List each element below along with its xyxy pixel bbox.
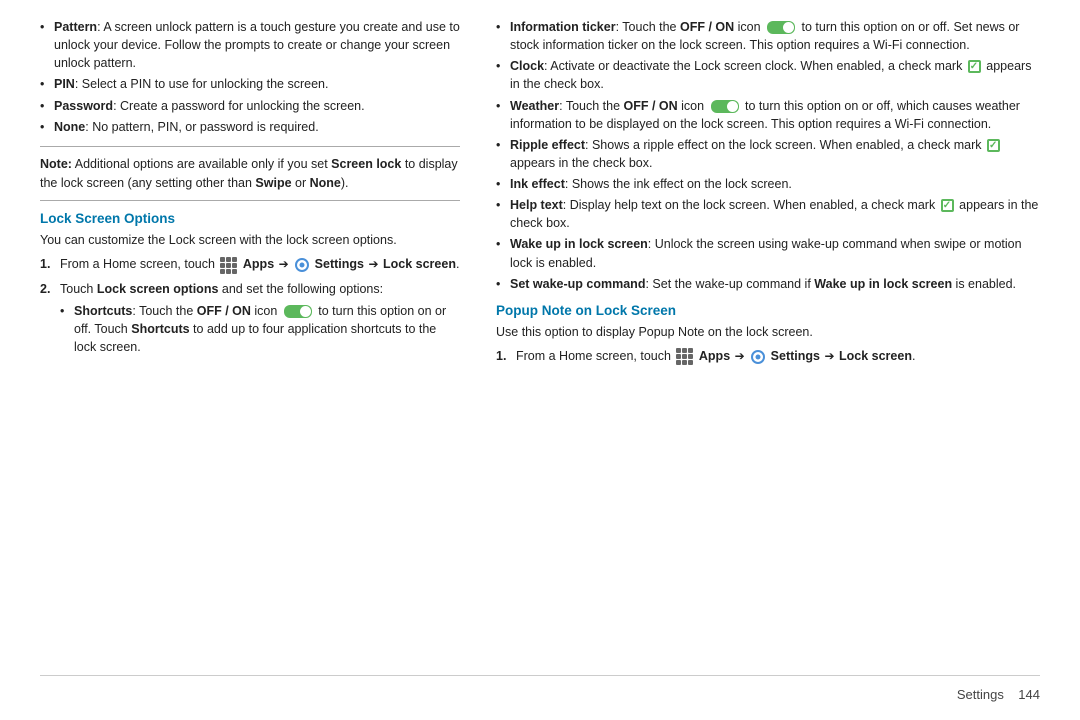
bullet-weather: Weather: Touch the OFF / ON icon to turn… [496,97,1040,133]
popup-step-1-content: From a Home screen, touch Apps ➔ Setting… [516,347,1040,365]
content-area: Pattern: A screen unlock pattern is a to… [40,18,1040,675]
lock-screen-label: Lock screen [383,257,456,271]
info-ticker-label: Information ticker [510,20,616,34]
ripple-checkmark-icon [987,139,1000,152]
bullet-wakeup: Wake up in lock screen: Unlock the scree… [496,235,1040,271]
shortcuts-label: Shortcuts [74,304,132,318]
bullet-pattern: Pattern: A screen unlock pattern is a to… [40,18,460,72]
popup-arrow-2: ➔ [824,349,834,363]
sub-bullets: Shortcuts: Touch the OFF / ON icon to tu… [60,302,460,356]
step-2-content: Touch Lock screen options and set the fo… [60,280,460,365]
pin-label: PIN [54,77,75,91]
bullet-help: Help text: Display help text on the lock… [496,196,1040,232]
footer-page-number: 144 [1018,687,1040,702]
right-bullet-list: Information ticker: Touch the OFF / ON i… [496,18,1040,293]
popup-lock-label: Lock screen [839,349,912,363]
password-label: Password [54,99,113,113]
ink-label: Ink effect [510,177,565,191]
apps-label: Apps [243,257,274,271]
step-1-num: 1. [40,255,54,273]
popup-step-1-num: 1. [496,347,510,365]
shortcuts-bullet: Shortcuts: Touch the OFF / ON icon to tu… [60,302,460,356]
settings-label: Settings [315,257,364,271]
note-bold3: None [310,176,341,190]
popup-settings-label: Settings [771,349,820,363]
bullet-clock: Clock: Activate or deactivate the Lock s… [496,57,1040,93]
bullet-none: None: No pattern, PIN, or password is re… [40,118,460,136]
note-bold1: Screen lock [331,157,401,171]
help-checkmark-icon [941,199,954,212]
note-text: Additional options are available only if… [40,157,458,190]
popup-note-heading: Popup Note on Lock Screen [496,303,1040,318]
shortcuts-off-on: OFF / ON [197,304,251,318]
lock-screen-numbered-list: 1. From a Home screen, touch Apps ➔ Sett… [40,255,460,364]
step-2-num: 2. [40,280,54,298]
weather-off-on: OFF / ON [624,99,678,113]
none-text: : No pattern, PIN, or password is requir… [85,120,318,134]
bullet-ink: Ink effect: Shows the ink effect on the … [496,175,1040,193]
help-label: Help text [510,198,563,212]
top-bullet-list: Pattern: A screen unlock pattern is a to… [40,18,460,136]
pin-text: : Select a PIN to use for unlocking the … [75,77,329,91]
step-1: 1. From a Home screen, touch Apps ➔ Sett… [40,255,460,273]
bullet-info-ticker: Information ticker: Touch the OFF / ON i… [496,18,1040,54]
bullet-password: Password: Create a password for unlockin… [40,97,460,115]
lock-screen-options-link: Lock screen options [97,282,219,296]
popup-apps-label: Apps [699,349,730,363]
setwake-label: Set wake-up command [510,277,645,291]
arrow-2: ➔ [368,257,378,271]
left-column: Pattern: A screen unlock pattern is a to… [40,18,460,675]
footer-section: Settings [957,687,1004,702]
step-1-content: From a Home screen, touch Apps ➔ Setting… [60,255,460,273]
popup-arrow-1: ➔ [735,349,745,363]
apps-grid-icon [220,257,237,274]
bullet-pin: PIN: Select a PIN to use for unlocking t… [40,75,460,93]
none-label: None [54,120,85,134]
bullet-setwake: Set wake-up command: Set the wake-up com… [496,275,1040,293]
weather-toggle [711,100,739,113]
footer-divider [40,675,1040,676]
popup-note-desc: Use this option to display Popup Note on… [496,323,1040,341]
bullet-ripple: Ripple effect: Shows a ripple effect on … [496,136,1040,172]
shortcuts-bold2: Shortcuts [131,322,189,336]
weather-label: Weather [510,99,559,113]
popup-apps-grid-icon [676,348,693,365]
clock-label: Clock [510,59,544,73]
password-text: : Create a password for unlocking the sc… [113,99,365,113]
clock-checkmark-icon [968,60,981,73]
note-prefix: Note: [40,157,72,171]
note-bold2: Swipe [255,176,291,190]
popup-step-1: 1. From a Home screen, touch Apps ➔ [496,347,1040,365]
popup-settings-icon [751,350,765,364]
pattern-text: : A screen unlock pattern is a touch ges… [54,20,460,70]
info-ticker-off-on: OFF / ON [680,20,734,34]
lock-screen-options-desc: You can customize the Lock screen with t… [40,231,460,249]
popup-note-numbered-list: 1. From a Home screen, touch Apps ➔ [496,347,1040,365]
arrow-1: ➔ [279,257,289,271]
info-ticker-toggle [767,21,795,34]
right-column: Information ticker: Touch the OFF / ON i… [496,18,1040,675]
pattern-label: Pattern [54,20,97,34]
note-box: Note: Additional options are available o… [40,146,460,202]
page-footer: Settings 144 [40,681,1040,702]
ripple-label: Ripple effect [510,138,585,152]
wakeup-label: Wake up in lock screen [510,237,648,251]
page: Pattern: A screen unlock pattern is a to… [0,0,1080,720]
setwake-bold1: Wake up in lock screen [814,277,952,291]
settings-gear-icon [295,258,309,272]
lock-screen-options-heading: Lock Screen Options [40,211,460,226]
step-2: 2. Touch Lock screen options and set the… [40,280,460,365]
shortcuts-toggle-icon [284,305,312,318]
